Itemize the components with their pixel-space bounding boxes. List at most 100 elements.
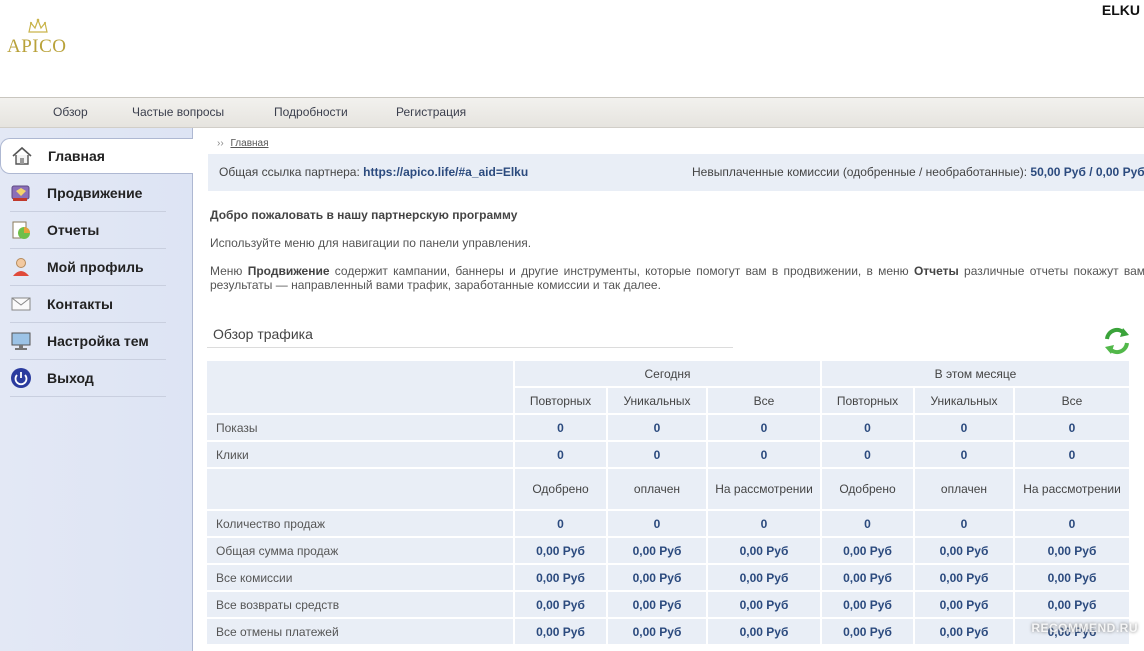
logo-text: APICO: [7, 36, 67, 57]
col-header: Повторных: [822, 388, 913, 413]
nav-overview[interactable]: Обзор: [53, 105, 88, 119]
desc-bold-promotion: Продвижение: [247, 264, 330, 278]
row-label: Общая сумма продаж: [207, 538, 513, 563]
group-today: Сегодня: [515, 361, 820, 386]
sidebar-item-logout[interactable]: Выход: [10, 360, 166, 397]
sidebar-item-contacts[interactable]: Контакты: [10, 286, 166, 323]
row-label: Все комиссии: [207, 565, 513, 590]
table-cell: 0,00 Руб: [708, 538, 820, 563]
table-cell: 0,00 Руб: [822, 619, 913, 644]
profile-icon: [13, 258, 29, 276]
menu-description: Меню Продвижение содержит кампании, банн…: [210, 264, 1144, 292]
nav-register[interactable]: Регистрация: [396, 105, 466, 119]
traffic-overview-title: Обзор трафика: [207, 324, 733, 348]
sidebar-item-label: Настройка тем: [47, 333, 149, 349]
table-cell: 0: [822, 415, 913, 440]
affiliate-link: Общая ссылка партнера: https://apico.lif…: [219, 165, 528, 179]
col-header: Все: [708, 388, 820, 413]
power-icon: [11, 368, 31, 388]
main-content: ›› Главная Общая ссылка партнера: https:…: [193, 128, 1144, 651]
desc-text: содержит кампании, баннеры и другие инст…: [329, 264, 914, 278]
table-cell: 0,00 Руб: [708, 619, 820, 644]
refresh-icon[interactable]: [1102, 326, 1132, 356]
table-cell: 0,00 Руб: [708, 592, 820, 617]
table-row: Клики 0 0 0 0 0 0: [207, 442, 1129, 467]
table-cell: 0: [822, 511, 913, 536]
status-header: Одобрено: [822, 469, 913, 509]
apico-logo[interactable]: APICO: [7, 18, 67, 58]
welcome-title: Добро пожаловать в нашу партнерскую прог…: [210, 208, 518, 222]
table-corner: [207, 361, 513, 413]
table-cell: 0: [1015, 511, 1129, 536]
table-row: Показы 0 0 0 0 0 0: [207, 415, 1129, 440]
table-cell: 0,00 Руб: [515, 619, 606, 644]
affiliate-link-value[interactable]: https://apico.life/#a_aid=Elku: [363, 165, 528, 179]
nav-details[interactable]: Подробности: [274, 105, 348, 119]
table-cell: 0,00 Руб: [915, 619, 1013, 644]
monitor-icon: [11, 332, 31, 350]
group-this-month: В этом месяце: [822, 361, 1129, 386]
sidebar: Главная Продвижение Отчеты Мой профиль К…: [0, 128, 193, 651]
table-cell: 0: [515, 442, 606, 467]
table-cell: 0: [915, 511, 1013, 536]
table-cell: 0,00 Руб: [822, 538, 913, 563]
sidebar-item-label: Мой профиль: [47, 259, 144, 275]
table-cell: 0: [822, 442, 913, 467]
table-cell: 0: [515, 511, 606, 536]
affiliate-info-bar: Общая ссылка партнера: https://apico.lif…: [208, 154, 1144, 191]
sidebar-item-reports[interactable]: Отчеты: [10, 212, 166, 249]
row-label: Клики: [207, 442, 513, 467]
table-cell: 0,00 Руб: [822, 565, 913, 590]
promo-icon: [11, 185, 30, 201]
username[interactable]: ELKU: [1102, 2, 1140, 18]
table-cell: 0: [708, 511, 820, 536]
sidebar-item-label: Продвижение: [47, 185, 143, 201]
table-cell: 0: [915, 415, 1013, 440]
table-cell: 0: [708, 415, 820, 440]
table-cell: 0,00 Руб: [1015, 565, 1129, 590]
status-header: Одобрено: [515, 469, 606, 509]
table-cell: 0: [608, 415, 706, 440]
sidebar-item-profile[interactable]: Мой профиль: [10, 249, 166, 286]
status-header: оплачен: [608, 469, 706, 509]
table-cell: 0,00 Руб: [915, 565, 1013, 590]
row-label: Показы: [207, 415, 513, 440]
table-cell: 0: [915, 442, 1013, 467]
col-header: Уникальных: [608, 388, 706, 413]
table-row: Все комиссии 0,00 Руб 0,00 Руб 0,00 Руб 0,00…: [207, 565, 1129, 590]
table-cell: 0,00 Руб: [608, 619, 706, 644]
status-header: На рассмотрении: [708, 469, 820, 509]
nav-faq[interactable]: Частые вопросы: [132, 105, 224, 119]
sidebar-item-label: Выход: [47, 370, 94, 386]
breadcrumb: ›› Главная: [217, 138, 269, 149]
table-cell: 0: [1015, 415, 1129, 440]
sidebar-item-promotion[interactable]: Продвижение: [10, 175, 166, 212]
status-header: оплачен: [915, 469, 1013, 509]
commissions-label: Невыплаченные комиссии (одобренные / нео…: [692, 165, 1028, 179]
table-row: Количество продаж 0 0 0 0 0 0: [207, 511, 1129, 536]
table-row: Общая сумма продаж 0,00 Руб 0,00 Руб 0,00 Р…: [207, 538, 1129, 563]
sidebar-item-home[interactable]: Главная: [0, 138, 193, 174]
breadcrumb-home-link[interactable]: Главная: [230, 138, 268, 149]
watermark: RECOMMEND.RU: [1031, 621, 1138, 635]
sidebar-item-label: Главная: [48, 148, 105, 164]
col-header: Уникальных: [915, 388, 1013, 413]
breadcrumb-separator: ››: [217, 138, 224, 149]
table-cell: 0,00 Руб: [1015, 592, 1129, 617]
sidebar-item-themes[interactable]: Настройка тем: [10, 323, 166, 360]
table-cell: 0: [515, 415, 606, 440]
table-row: Все возвраты средств 0,00 Руб 0,00 Руб 0,00…: [207, 592, 1129, 617]
affiliate-link-label: Общая ссылка партнера:: [219, 165, 360, 179]
table-cell: 0,00 Руб: [515, 538, 606, 563]
table-cell: 0: [608, 442, 706, 467]
status-header: На рассмотрении: [1015, 469, 1129, 509]
table-cell: 0: [1015, 442, 1129, 467]
row-label: Все отмены платежей: [207, 619, 513, 644]
table-row: Все отмены платежей 0,00 Руб 0,00 Руб 0,00 …: [207, 619, 1129, 644]
col-header: Повторных: [515, 388, 606, 413]
crown-icon: [28, 18, 48, 33]
table-cell: 0: [608, 511, 706, 536]
table-cell: 0,00 Руб: [822, 592, 913, 617]
table-cell: 0,00 Руб: [915, 538, 1013, 563]
table-cell: 0: [708, 442, 820, 467]
